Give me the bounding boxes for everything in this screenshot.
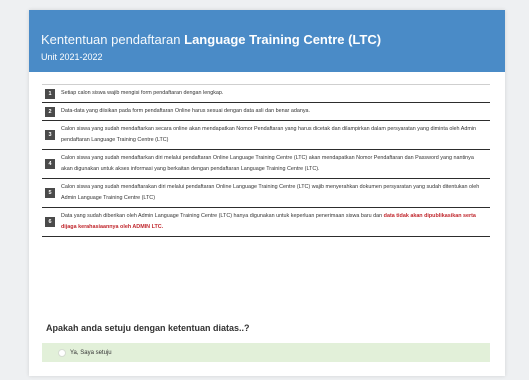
term-text-main: Setiap calon siswa wajib mengisi form pe… — [61, 90, 224, 96]
term-number-badge: 3 — [45, 130, 55, 140]
term-text: Calon siswa yang sudah mendaftarakan dir… — [61, 179, 490, 207]
term-text: Data-data yang diisikan pada form pendaf… — [61, 103, 314, 120]
term-number-badge: 2 — [45, 106, 55, 117]
agree-label: Ya, Saya setuju — [70, 349, 112, 356]
agree-option[interactable]: Ya, Saya setuju — [42, 343, 490, 362]
term-text: Calon siswa yang sudah mendaftarkan diri… — [61, 150, 490, 178]
registration-terms-card: Kententuan pendaftaran Language Training… — [29, 10, 505, 376]
term-text-main: Data yang sudah diberikan oleh Admin Lan… — [61, 213, 384, 219]
agree-radio[interactable] — [58, 348, 66, 357]
term-item: 4 Calon siswa yang sudah mendaftarkan dir… — [42, 150, 490, 179]
title-light: Kententuan pendaftaran — [41, 32, 181, 47]
term-item: 6 Data yang sudah diberikan oleh Admin La… — [42, 208, 490, 237]
term-text-main: Data-data yang diisikan pada form pendaf… — [61, 108, 311, 114]
term-number-badge: 1 — [45, 88, 55, 99]
term-item: 3 Calon siswa yang sudah mendaftarkan sec… — [42, 121, 490, 150]
term-item: 5 Calon siswa yang sudah mendaftarakan di… — [42, 179, 490, 208]
terms-list: 1 Setiap calon siswa wajib mengisi form p… — [42, 84, 490, 237]
title-bold: Language Training Centre (LTC) — [184, 32, 382, 47]
term-number-badge: 6 — [45, 217, 55, 227]
term-text: Calon siswa yang sudah mendaftarkan seca… — [61, 121, 490, 149]
card-header: Kententuan pendaftaran Language Training… — [29, 10, 505, 72]
agreement-question: Apakah anda setuju dengan ketentuan diat… — [46, 323, 250, 333]
term-item: 1 Setiap calon siswa wajib mengisi form p… — [42, 85, 490, 103]
page-subtitle: Unit 2021-2022 — [41, 52, 103, 62]
term-text-main: Calon siswa yang sudah mendaftarakan dir… — [61, 184, 480, 201]
term-text-main: Calon siswa yang sudah mendaftarkan diri… — [61, 155, 474, 172]
term-number-badge: 5 — [45, 188, 55, 198]
term-text: Data yang sudah diberikan oleh Admin Lan… — [61, 208, 490, 236]
term-item: 2 Data-data yang diisikan pada form penda… — [42, 103, 490, 121]
term-text-main: Calon siswa yang sudah mendaftarkan seca… — [61, 126, 477, 143]
term-number-badge: 4 — [45, 159, 55, 169]
term-text: Setiap calon siswa wajib mengisi form pe… — [61, 85, 227, 102]
page-title: Kententuan pendaftaran Language Training… — [41, 32, 381, 47]
